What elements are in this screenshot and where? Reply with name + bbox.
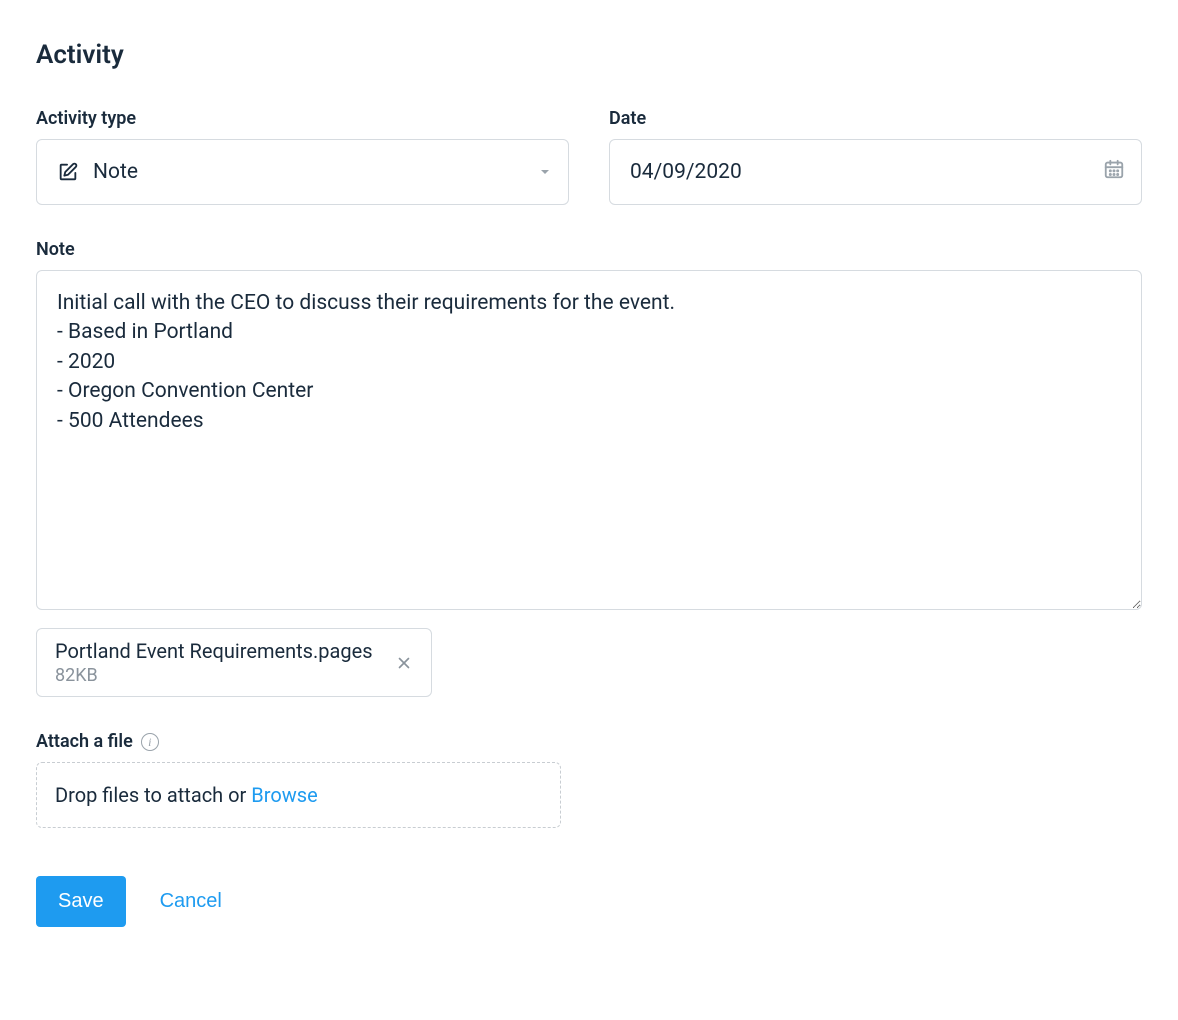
file-dropzone[interactable]: Drop files to attach or Browse xyxy=(36,762,561,828)
date-input-wrap: 04/09/2020 xyxy=(609,139,1142,205)
cancel-button[interactable]: Cancel xyxy=(160,890,222,913)
attach-label-row: Attach a file i xyxy=(36,731,1142,752)
page-title: Activity xyxy=(36,40,1142,70)
attachment-size: 82KB xyxy=(55,665,373,686)
activity-type-value: Note xyxy=(93,160,138,184)
info-icon[interactable]: i xyxy=(141,733,159,751)
attachment-name: Portland Event Requirements.pages xyxy=(55,639,373,663)
date-input[interactable]: 04/09/2020 xyxy=(609,139,1142,205)
calendar-icon xyxy=(1103,158,1125,186)
save-button[interactable]: Save xyxy=(36,876,126,927)
form-actions: Save Cancel xyxy=(36,876,1142,927)
date-value: 04/09/2020 xyxy=(630,160,742,184)
attach-file-label: Attach a file xyxy=(36,731,133,752)
edit-note-icon xyxy=(57,161,79,183)
activity-type-col: Activity type Note xyxy=(36,108,569,205)
date-col: Date 04/09/2020 xyxy=(609,108,1142,205)
attachment-chip: Portland Event Requirements.pages 82KB xyxy=(36,628,432,697)
form-row: Activity type Note Date 04/09/2020 xyxy=(36,108,1142,205)
chevron-down-icon xyxy=(539,160,551,184)
browse-link[interactable]: Browse xyxy=(251,783,317,807)
note-section: Note xyxy=(36,239,1142,614)
note-label: Note xyxy=(36,239,1142,260)
activity-type-label: Activity type xyxy=(36,108,569,129)
note-textarea[interactable] xyxy=(36,270,1142,610)
attachment-info: Portland Event Requirements.pages 82KB xyxy=(55,639,373,686)
attachment-remove-button[interactable] xyxy=(391,650,417,676)
activity-type-select[interactable]: Note xyxy=(36,139,569,205)
activity-type-input-wrap: Note xyxy=(36,139,569,205)
attach-file-section: Attach a file i Drop files to attach or … xyxy=(36,731,1142,828)
date-label: Date xyxy=(609,108,1142,129)
dropzone-text: Drop files to attach or xyxy=(55,783,251,807)
